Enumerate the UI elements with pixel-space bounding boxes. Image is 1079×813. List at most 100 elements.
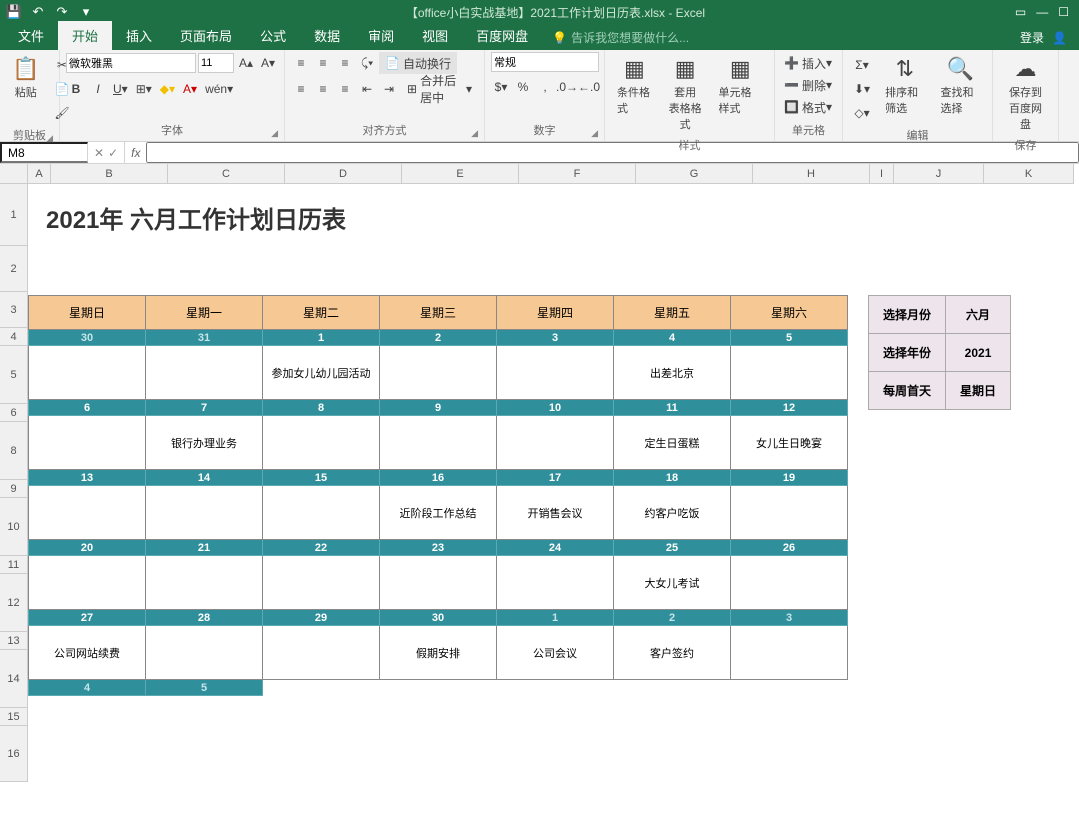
event-cell[interactable] [146,626,263,680]
date-cell[interactable]: 30 [29,330,146,346]
tab-insert[interactable]: 插入 [112,21,166,50]
indent-dec-icon[interactable]: ⇤ [357,78,377,100]
event-cell[interactable] [380,346,497,400]
event-cell[interactable] [263,416,380,470]
date-cell[interactable]: 20 [29,540,146,556]
row-header[interactable]: 10 [0,498,28,556]
save-baidu-button[interactable]: ☁保存到 百度网盘 [999,52,1052,136]
merge-button[interactable]: ⊞合并后居中▾ [401,78,478,100]
date-cell[interactable]: 3 [731,610,848,626]
col-header[interactable]: H [753,164,870,184]
fill-icon[interactable]: ⬇▾ [851,78,873,100]
font-size-combo[interactable] [198,53,234,73]
row-header[interactable]: 14 [0,650,28,708]
date-cell[interactable]: 3 [497,330,614,346]
date-cell[interactable]: 8 [263,400,380,416]
event-cell[interactable]: 银行办理业务 [146,416,263,470]
cancel-formula-icon[interactable]: ✕ [94,146,104,160]
event-cell[interactable] [29,416,146,470]
event-cell[interactable]: 开销售会议 [497,486,614,540]
date-cell[interactable]: 11 [614,400,731,416]
date-cell[interactable]: 29 [263,610,380,626]
event-cell[interactable]: 公司网站续费 [29,626,146,680]
row-header[interactable]: 16 [0,726,28,782]
event-cell[interactable] [380,556,497,610]
date-cell[interactable]: 23 [380,540,497,556]
date-cell[interactable]: 21 [146,540,263,556]
find-select-button[interactable]: 🔍查找和选择 [935,52,986,120]
col-header[interactable]: K [984,164,1074,184]
tab-formula[interactable]: 公式 [246,21,300,50]
event-cell[interactable] [146,556,263,610]
tab-file[interactable]: 文件 [4,21,58,50]
dialog-launcher-icon[interactable]: ◢ [471,128,478,139]
row-header[interactable]: 6 [0,404,28,422]
event-cell[interactable] [497,556,614,610]
col-header[interactable]: I [870,164,894,184]
date-cell[interactable]: 16 [380,470,497,486]
event-cell[interactable]: 公司会议 [497,626,614,680]
tell-me[interactable]: 💡 告诉我您想要做什么... [552,25,689,50]
currency-icon[interactable]: $▾ [491,76,511,98]
font-color-button[interactable]: A▾ [180,78,200,100]
col-header[interactable]: D [285,164,402,184]
font-name-combo[interactable] [66,53,196,73]
clear-icon[interactable]: ◇▾ [851,102,872,124]
row-header[interactable]: 9 [0,480,28,498]
tab-home[interactable]: 开始 [58,21,112,50]
tab-baidu[interactable]: 百度网盘 [462,21,542,50]
bold-button[interactable]: B [66,78,86,100]
insert-cells-button[interactable]: ➕插入▾ [781,52,835,74]
date-cell[interactable]: 14 [146,470,263,486]
comma-icon[interactable]: , [535,76,555,98]
date-cell[interactable]: 22 [263,540,380,556]
event-cell[interactable]: 出差北京 [614,346,731,400]
date-cell[interactable]: 12 [731,400,848,416]
event-cell[interactable] [29,486,146,540]
tab-layout[interactable]: 页面布局 [166,21,246,50]
conditional-format-button[interactable]: ▦条件格式 [611,52,658,120]
date-cell[interactable]: 24 [497,540,614,556]
event-cell[interactable] [497,346,614,400]
cell-style-button[interactable]: ▦单元格样式 [713,52,768,120]
date-cell[interactable]: 25 [614,540,731,556]
minimize-icon[interactable]: — [1036,5,1048,19]
date-cell[interactable]: 17 [497,470,614,486]
col-header[interactable]: A [28,164,51,184]
name-box[interactable] [0,142,88,163]
date-cell[interactable]: 2 [614,610,731,626]
date-cell[interactable]: 19 [731,470,848,486]
selector-value[interactable]: 六月 [946,296,1011,334]
event-cell[interactable]: 参加女儿幼儿园活动 [263,346,380,400]
event-cell[interactable] [29,556,146,610]
event-cell[interactable]: 假期安排 [380,626,497,680]
border-button[interactable]: ⊞▾ [133,78,155,100]
italic-button[interactable]: I [88,78,108,100]
row-header[interactable]: 15 [0,708,28,726]
event-cell[interactable] [731,486,848,540]
tab-view[interactable]: 视图 [408,21,462,50]
delete-cells-button[interactable]: ➖删除▾ [781,74,835,96]
align-middle-icon[interactable]: ≡ [313,52,333,74]
dialog-launcher-icon[interactable]: ◢ [271,128,278,139]
date-cell[interactable]: 28 [146,610,263,626]
col-header[interactable]: G [636,164,753,184]
event-cell[interactable] [146,346,263,400]
date-cell[interactable]: 5 [146,680,263,696]
paste-button[interactable]: 📋 粘贴 [6,52,45,104]
tab-review[interactable]: 审阅 [354,21,408,50]
format-cells-button[interactable]: 🔲格式▾ [781,96,835,118]
wrap-text-button[interactable]: 📄自动换行 [379,52,457,74]
row-header[interactable]: 4 [0,328,28,346]
date-cell[interactable]: 13 [29,470,146,486]
selector-value[interactable]: 2021 [946,334,1011,372]
date-cell[interactable]: 30 [380,610,497,626]
event-cell[interactable] [731,626,848,680]
date-cell[interactable]: 1 [497,610,614,626]
fx-icon[interactable]: fx [125,142,146,163]
percent-icon[interactable]: % [513,76,533,98]
table-format-button[interactable]: ▦套用 表格格式 [662,52,709,136]
autosum-icon[interactable]: Σ▾ [852,54,872,76]
date-cell[interactable]: 4 [614,330,731,346]
tab-data[interactable]: 数据 [300,21,354,50]
